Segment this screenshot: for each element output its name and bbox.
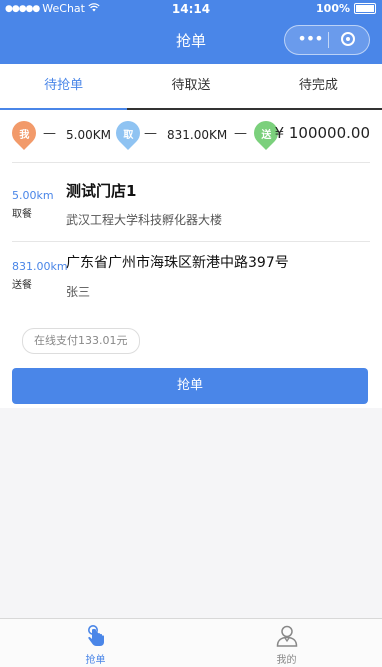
dropoff-tag: 送餐 xyxy=(12,280,32,291)
order-card: 我 — 5.00KM 取 — 831.00KM — 送 ¥ 100000.00 … xyxy=(0,110,382,408)
dropoff-section: 831.00km 送餐 广东省广州市海珠区新港中路397号 张三 xyxy=(12,242,370,312)
capsule-divider xyxy=(328,32,329,48)
battery-level: 100% xyxy=(316,2,350,15)
pickup-pin-icon: 取 xyxy=(111,116,145,150)
tab-pending-delivery[interactable]: 待取送 xyxy=(127,64,254,108)
distance-to-pickup: 5.00KM xyxy=(66,128,111,142)
order-price: ¥ 100000.00 xyxy=(274,124,370,142)
nav-item-mine[interactable]: 我的 xyxy=(191,619,382,667)
status-bar: ●●●●● WeChat 14:14 100% xyxy=(0,0,382,18)
nav-label-mine: 我的 xyxy=(276,655,297,666)
order-status-tabs: 待抢单 待取送 待完成 xyxy=(0,64,382,110)
payment-badge: 在线支付133.01元 xyxy=(22,328,140,354)
distance-to-dropoff: 831.00KM xyxy=(167,128,228,142)
route-dash: — xyxy=(234,126,247,141)
top-header: ●●●●● WeChat 14:14 100% 抢单 ••• xyxy=(0,0,382,64)
bottom-navigation: 抢单 我的 xyxy=(0,618,382,667)
more-options-icon[interactable]: ••• xyxy=(294,29,326,49)
route-dash: — xyxy=(43,126,56,141)
close-mini-program-icon[interactable] xyxy=(341,32,355,46)
tab-pending-complete[interactable]: 待完成 xyxy=(255,64,382,108)
pickup-section: 5.00km 取餐 测试门店1 武汉工程大学科技孵化器大楼 xyxy=(12,170,370,242)
dropoff-address: 广东省广州市海珠区新港中路397号 xyxy=(66,255,289,271)
dropoff-distance: 831.00km xyxy=(12,260,68,273)
battery-icon xyxy=(354,3,376,14)
route-summary: 我 — 5.00KM 取 — 831.00KM — 送 ¥ 100000.00 xyxy=(7,116,370,163)
user-icon xyxy=(275,624,299,648)
grab-order-button[interactable]: 抢单 xyxy=(12,368,368,404)
pickup-distance: 5.00km xyxy=(12,189,54,202)
store-name: 测试门店1 xyxy=(66,182,137,200)
nav-label-grab: 抢单 xyxy=(85,655,106,666)
pickup-tag: 取餐 xyxy=(12,209,32,220)
tab-pending-grab[interactable]: 待抢单 xyxy=(0,64,128,110)
mini-program-capsule: ••• xyxy=(284,25,370,55)
my-location-pin-icon: 我 xyxy=(7,116,41,150)
battery-info: 100% xyxy=(316,2,376,15)
nav-item-grab[interactable]: 抢单 xyxy=(0,619,191,667)
recipient-name: 张三 xyxy=(66,285,91,299)
hand-tap-icon xyxy=(84,624,108,648)
route-dash: — xyxy=(144,126,157,141)
store-address: 武汉工程大学科技孵化器大楼 xyxy=(66,213,223,227)
